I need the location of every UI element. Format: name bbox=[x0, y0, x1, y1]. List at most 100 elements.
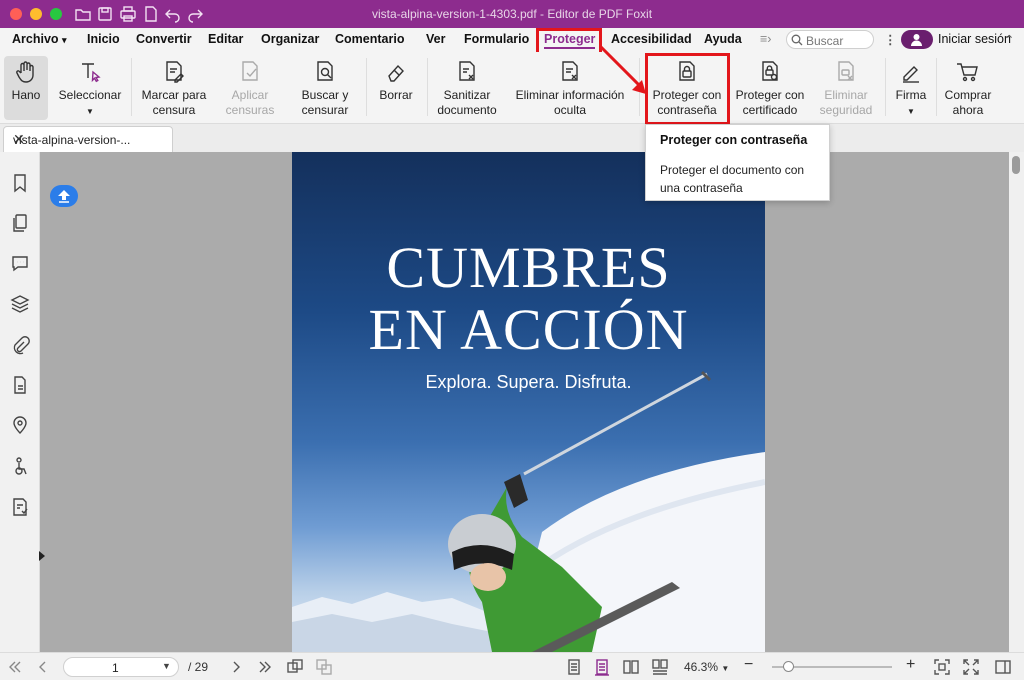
highlight-proteger-menu bbox=[536, 28, 602, 55]
menu-ver[interactable]: Ver bbox=[426, 32, 445, 46]
remove-security-button[interactable]: Eliminar seguridad bbox=[813, 56, 879, 120]
document-tab-bar: vista-alpina-version-... ✕ bbox=[0, 124, 1024, 152]
menu-ayuda[interactable]: Ayuda bbox=[704, 32, 742, 46]
search-redact-label-2: censurar bbox=[301, 103, 349, 117]
hand-tool-button[interactable]: Hano bbox=[4, 56, 48, 120]
upload-arrow-icon bbox=[58, 190, 70, 203]
mark-redaction-label-1: Marcar para bbox=[141, 88, 207, 102]
apply-redaction-label-2: censuras bbox=[225, 103, 275, 117]
erase-button[interactable]: Borrar bbox=[373, 56, 419, 120]
document-tab[interactable]: vista-alpina-version-... ✕ bbox=[3, 126, 173, 152]
current-page: 1 bbox=[112, 661, 119, 675]
mark-redaction-label-2: censura bbox=[152, 103, 196, 117]
upload-badge[interactable] bbox=[50, 185, 78, 207]
facing-view-icon[interactable] bbox=[622, 658, 640, 676]
fit-page-icon[interactable] bbox=[933, 658, 951, 676]
search-and-redact-button[interactable]: Buscar y censurar bbox=[292, 56, 358, 120]
sanitize-label-2: documento bbox=[437, 103, 497, 117]
fullscreen-icon[interactable] bbox=[962, 658, 980, 676]
buy-label-2: ahora bbox=[952, 103, 984, 117]
search-redact-icon bbox=[317, 61, 333, 81]
certificate-lock-icon bbox=[762, 61, 778, 81]
apply-redaction-label-1: Aplicar bbox=[231, 88, 269, 102]
zoom-in-icon[interactable]: + bbox=[906, 656, 915, 674]
remove-security-label-1: Eliminar bbox=[824, 88, 868, 102]
select-label: Seleccionar bbox=[58, 88, 122, 102]
search-placeholder: Buscar bbox=[806, 34, 844, 48]
page-number-input[interactable]: 1 ▼ bbox=[63, 657, 179, 677]
previous-view-icon[interactable] bbox=[286, 658, 304, 676]
buy-label-1: Comprar bbox=[944, 88, 992, 102]
user-avatar[interactable] bbox=[901, 30, 933, 49]
select-tool-button[interactable]: Seleccionar ▼ bbox=[54, 56, 126, 120]
mark-for-redaction-button[interactable]: Marcar para censura bbox=[138, 56, 210, 120]
eraser-icon bbox=[388, 64, 404, 82]
remove-hidden-icon bbox=[562, 61, 578, 81]
menu-organizar[interactable]: Organizar bbox=[261, 32, 319, 46]
next-view-icon[interactable] bbox=[315, 658, 333, 676]
location-pin-icon[interactable] bbox=[10, 415, 30, 435]
menu-archivo[interactable]: Archivo ▾ bbox=[12, 32, 67, 46]
attachment-icon[interactable] bbox=[10, 335, 30, 355]
close-tab-icon[interactable]: ✕ bbox=[13, 131, 165, 148]
buy-now-button[interactable]: Comprar ahora bbox=[940, 56, 996, 120]
tooltip-description: Proteger el documento con una contraseña bbox=[660, 163, 805, 195]
apply-redaction-icon bbox=[242, 61, 258, 81]
continuous-view-icon[interactable] bbox=[593, 658, 611, 676]
form-fields-icon[interactable] bbox=[10, 497, 30, 517]
continuous-facing-view-icon[interactable] bbox=[651, 658, 669, 676]
first-page-icon[interactable] bbox=[6, 658, 24, 676]
scroll-thumb[interactable] bbox=[1012, 156, 1020, 174]
ribbon-divider bbox=[366, 58, 367, 116]
previous-page-icon[interactable] bbox=[34, 658, 52, 676]
menu-convertir[interactable]: Convertir bbox=[136, 32, 192, 46]
single-page-view-icon[interactable] bbox=[565, 658, 583, 676]
collapse-ribbon-icon[interactable]: ⌃ bbox=[1004, 32, 1014, 47]
chevron-down-icon: ▾ bbox=[62, 35, 67, 45]
search-input[interactable]: Buscar bbox=[786, 30, 874, 49]
apply-redactions-button[interactable]: Aplicar censuras bbox=[217, 56, 283, 120]
sanitize-label-1: Sanitizar bbox=[443, 88, 491, 102]
status-bar: 1 ▼ / 29 46.3% ▼ − + bbox=[0, 652, 1024, 680]
menu-comentario[interactable]: Comentario bbox=[335, 32, 404, 46]
bookmark-icon[interactable] bbox=[10, 173, 30, 193]
title-bar: vista-alpina-version-1-4303.pdf - Editor… bbox=[0, 0, 1024, 28]
menu-inicio[interactable]: Inicio bbox=[87, 32, 120, 46]
zoom-slider-handle[interactable] bbox=[782, 661, 794, 672]
search-redact-label-1: Buscar y bbox=[301, 88, 349, 102]
hand-label: Hano bbox=[11, 88, 41, 102]
sanitize-document-button[interactable]: Sanitizar documento bbox=[432, 56, 502, 120]
zoom-value: 46.3% bbox=[684, 660, 719, 674]
pages-thumbnail-icon[interactable] bbox=[10, 213, 30, 233]
layers-icon[interactable] bbox=[10, 294, 30, 314]
comments-icon[interactable] bbox=[10, 253, 30, 273]
accessibility-icon[interactable] bbox=[10, 456, 30, 476]
vertical-scrollbar[interactable] bbox=[1009, 152, 1024, 652]
zoom-level[interactable]: 46.3% ▼ bbox=[684, 660, 729, 674]
chevron-down-icon: ▼ bbox=[907, 107, 915, 116]
expand-panel-icon[interactable] bbox=[39, 551, 45, 561]
skier-illustration bbox=[292, 370, 765, 652]
menu-editar[interactable]: Editar bbox=[208, 32, 243, 46]
search-options-icon[interactable]: ≡› bbox=[760, 32, 771, 46]
tooltip-title: Proteger con contraseña bbox=[660, 133, 808, 147]
search-icon bbox=[791, 34, 803, 46]
text-select-icon bbox=[82, 63, 101, 83]
ribbon-divider bbox=[885, 58, 886, 116]
ribbon-divider bbox=[131, 58, 132, 116]
document-properties-icon[interactable] bbox=[10, 375, 30, 395]
user-icon bbox=[911, 34, 922, 46]
signature-button[interactable]: Firma ▼ bbox=[890, 56, 932, 120]
protect-cert-label-1: Proteger con bbox=[735, 88, 805, 102]
ribbon-divider bbox=[427, 58, 428, 116]
signin-link[interactable]: Iniciar sesión bbox=[938, 32, 1011, 46]
more-icon[interactable]: ⋮ bbox=[884, 32, 897, 47]
protect-with-certificate-button[interactable]: Proteger con certificado bbox=[733, 56, 807, 120]
zoom-out-icon[interactable]: − bbox=[744, 656, 753, 674]
side-panel-toggle-icon[interactable] bbox=[994, 658, 1012, 676]
total-pages: / 29 bbox=[188, 660, 209, 674]
pen-sign-icon bbox=[903, 66, 919, 83]
last-page-icon[interactable] bbox=[256, 658, 274, 676]
menu-formulario[interactable]: Formulario bbox=[464, 32, 529, 46]
next-page-icon[interactable] bbox=[227, 658, 245, 676]
